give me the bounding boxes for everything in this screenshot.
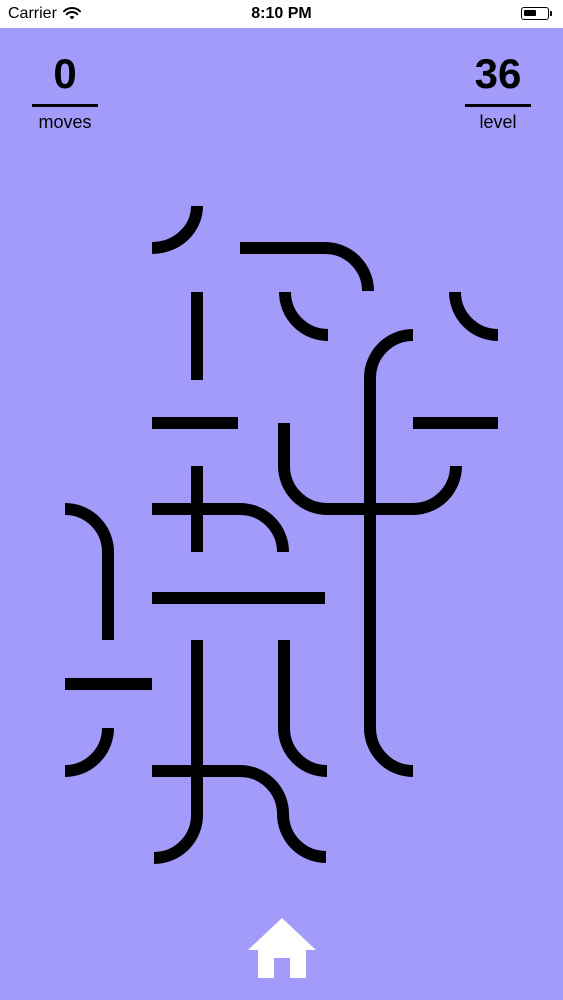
puzzle-tile[interactable] [64,727,114,777]
puzzle-tile[interactable] [449,291,499,341]
puzzle-tile[interactable] [279,291,329,341]
puzzle-tile[interactable] [240,242,374,292]
puzzle-tile[interactable] [151,205,203,254]
home-icon [248,918,316,978]
puzzle-tile[interactable] [152,503,289,553]
home-button[interactable] [246,916,318,980]
puzzle-board[interactable] [0,0,563,1000]
puzzle-tile[interactable] [370,465,462,515]
puzzle-tile[interactable] [64,503,114,640]
puzzle-tile[interactable] [364,329,414,777]
puzzle-tile[interactable] [153,640,203,864]
puzzle-tile[interactable] [278,640,328,777]
puzzle-tile[interactable] [278,423,370,515]
